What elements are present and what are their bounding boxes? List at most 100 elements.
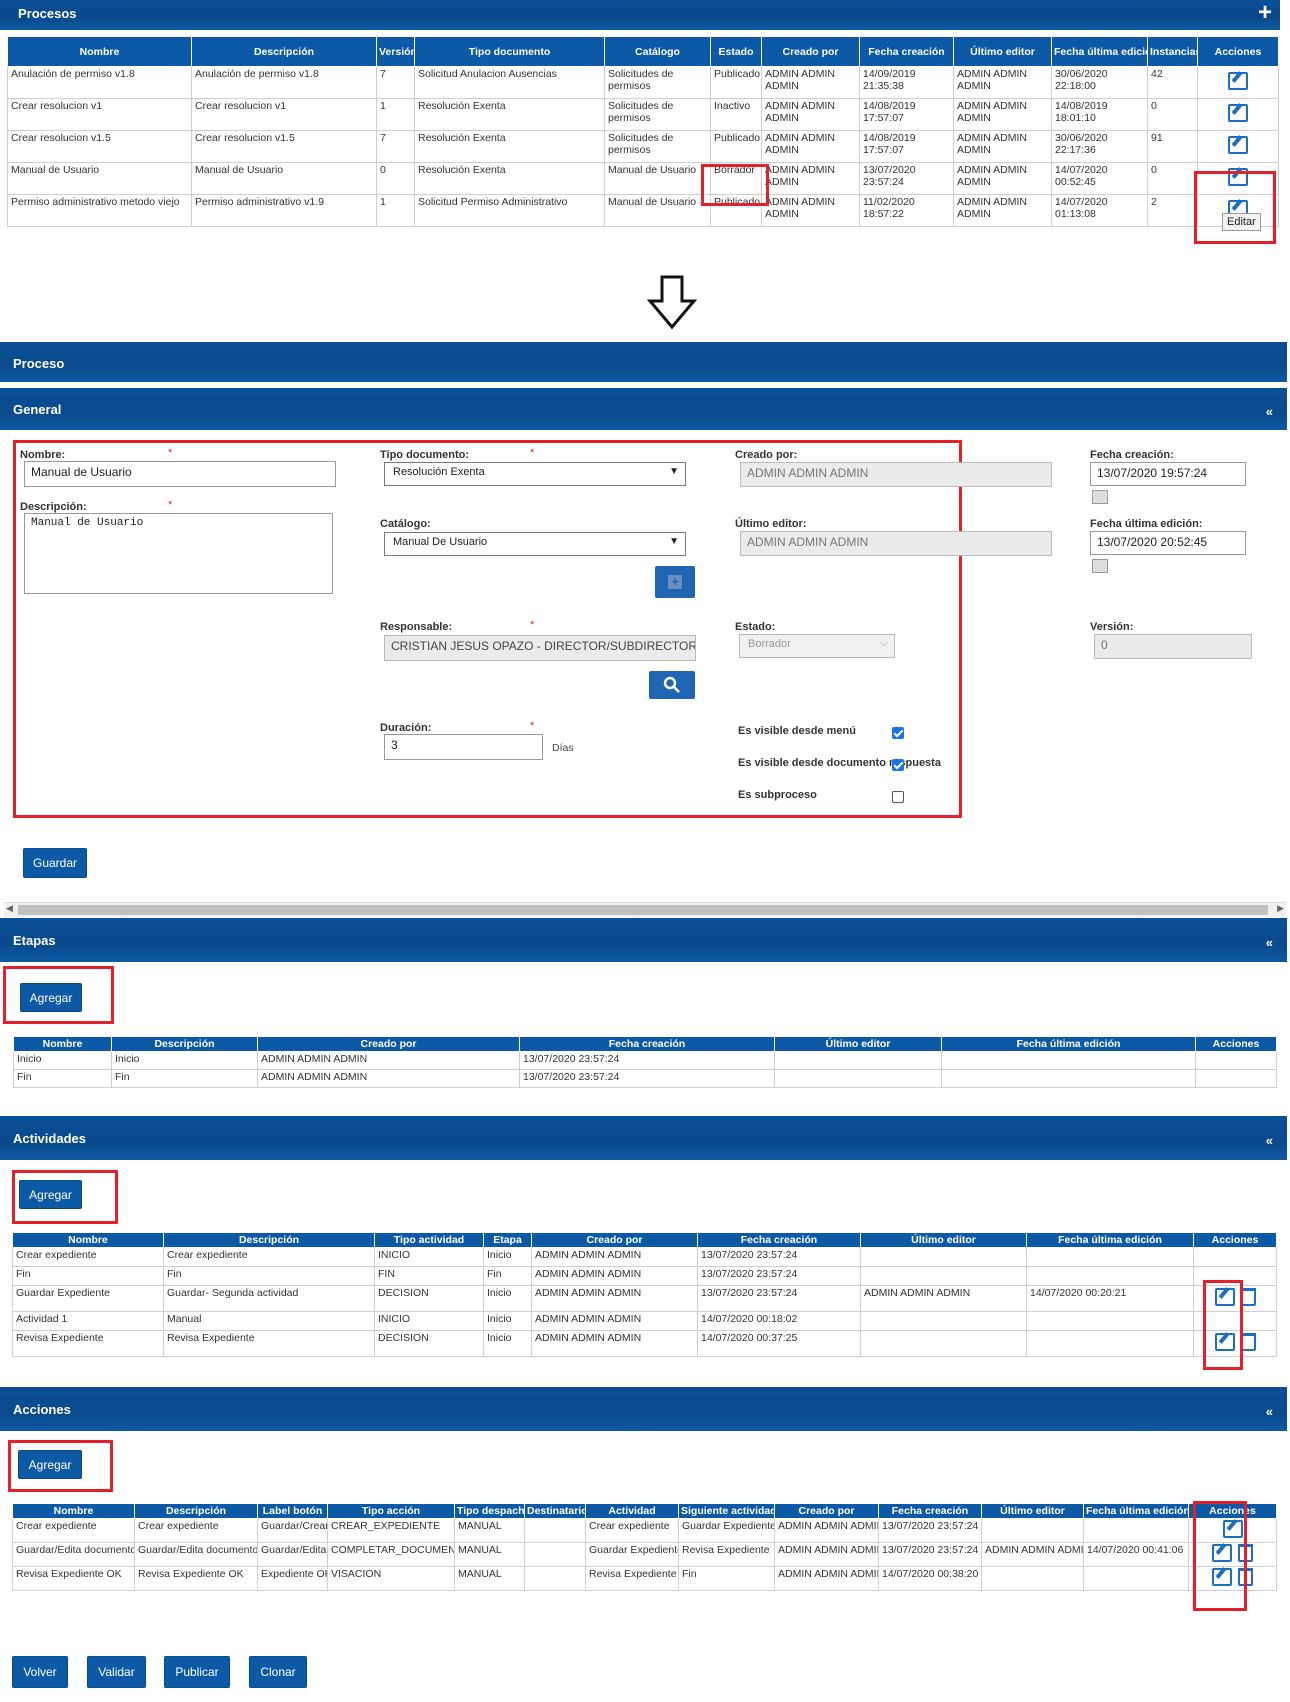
table-cell: Inicio — [111, 1051, 258, 1070]
responsable-label: Responsable: — [380, 621, 453, 633]
acciones-header[interactable]: Acciones « — [0, 1387, 1287, 1431]
table-cell: 13/07/2020 23:57:24 — [878, 1518, 982, 1543]
column-header: Último editor — [953, 36, 1052, 67]
table-cell: Solicitudes de permisos — [604, 98, 711, 131]
table-cell: ADMIN ADMIN ADMIN — [531, 1311, 698, 1331]
clonar-button[interactable]: Clonar — [249, 1656, 307, 1688]
acciones-table: Nombre Descripción Label botón Tipo acción T… — [12, 1503, 1277, 1591]
table-cell: Guardar/Edita documento — [12, 1542, 135, 1567]
plus-icon[interactable]: + — [1258, 1, 1272, 25]
actions-cell — [1197, 98, 1279, 131]
table-row: Crear expediente Crear expediente Guardar/… — [12, 1518, 1277, 1543]
calendar-icon[interactable] — [1092, 490, 1108, 504]
table-cell: Revisa Expediente — [163, 1330, 375, 1357]
publicar-button[interactable]: Publicar — [164, 1656, 230, 1688]
column-header: Tipo actividad — [374, 1232, 484, 1248]
column-header: Siguiente actividad — [678, 1503, 775, 1519]
table-cell: Publicado — [710, 66, 762, 99]
table-cell: 42 — [1147, 66, 1198, 99]
table-cell: ADMIN ADMIN ADMIN — [531, 1285, 698, 1312]
table-row: Crear resolucion v1.5 Crear resolucion v1… — [7, 130, 1279, 163]
general-header[interactable]: General « — [0, 388, 1287, 430]
table-cell — [524, 1542, 586, 1567]
edit-icon[interactable] — [1228, 72, 1248, 90]
guardar-button[interactable]: Guardar — [23, 848, 87, 878]
table-cell: COMPLETAR_DOCUMENTO — [327, 1542, 455, 1567]
column-header: Catálogo — [604, 36, 711, 67]
etapas-header[interactable]: Etapas « — [0, 918, 1287, 962]
column-header: Creado por — [531, 1232, 698, 1248]
chevron-down-icon: ⌵ — [880, 638, 888, 649]
catalogo-select[interactable]: Manual De Usuario ▼ — [384, 532, 686, 556]
scrollbar-thumb[interactable] — [18, 905, 1268, 915]
collapse-icon[interactable]: « — [1266, 404, 1273, 419]
catalogo-label: Catálogo: — [380, 518, 431, 530]
table-cell: 30/06/2020 22:18:00 — [1051, 66, 1148, 99]
table-cell: Crear expediente — [12, 1247, 164, 1267]
table-cell: DECISION — [374, 1330, 484, 1357]
table-cell: Solicitudes de permisos — [604, 66, 711, 99]
table-cell: Resolución Exenta — [414, 98, 605, 131]
duracion-input[interactable]: 3 — [384, 734, 543, 760]
table-cell: 14/07/2020 00:52:45 — [1051, 162, 1148, 195]
table-cell — [860, 1311, 1027, 1331]
creado-por-label: Creado por: — [735, 449, 798, 461]
table-cell: ADMIN ADMIN ADMIN — [761, 66, 860, 99]
add-catalogo-button[interactable]: + — [655, 566, 695, 598]
visible-documento-checkbox[interactable] — [892, 759, 904, 771]
column-header: Nombre — [12, 1232, 164, 1248]
validar-button[interactable]: Validar — [87, 1656, 146, 1688]
table-row: Revisa Expediente OK Revisa Expediente OK… — [12, 1566, 1277, 1591]
table-cell: INICIO — [374, 1247, 484, 1267]
scroll-right-icon[interactable]: ▶ — [1277, 903, 1284, 914]
collapse-icon[interactable]: « — [1266, 1404, 1273, 1419]
table-cell: MANUAL — [454, 1542, 525, 1567]
table-row: Crear resolucion v1 Crear resolucion v1 1 R… — [7, 98, 1279, 131]
table-cell: 13/07/2020 23:57:24 — [519, 1051, 775, 1070]
fecha-edicion-input[interactable]: 13/07/2020 20:52:45 — [1090, 531, 1246, 555]
table-cell: ADMIN ADMIN ADMIN — [531, 1266, 698, 1286]
etapas-agregar-button[interactable]: Agregar — [20, 983, 82, 1012]
column-header: Fecha última edición — [1083, 1503, 1189, 1519]
tipo-documento-value: Resolución Exenta — [393, 466, 485, 478]
plus-box-icon: + — [668, 575, 682, 589]
responsable-input[interactable]: CRISTIAN JESUS OPAZO - DIRECTOR/SUBDIREC… — [384, 635, 696, 661]
tipo-documento-select[interactable]: Resolución Exenta ▼ — [384, 462, 686, 486]
edit-icon[interactable] — [1228, 104, 1248, 122]
column-header: Descripción — [134, 1503, 258, 1519]
table-cell: ADMIN ADMIN ADMIN — [953, 162, 1052, 195]
search-responsable-button[interactable] — [649, 671, 695, 699]
table-cell: Solicitud Anulacion Ausencias — [414, 66, 605, 99]
table-cell: Permiso administrativo metodo viejo — [7, 194, 192, 227]
catalogo-value: Manual De Usuario — [393, 536, 488, 548]
table-cell: Anulación de permiso v1.8 — [191, 66, 377, 99]
table-cell: Crear resolucion v1 — [7, 98, 192, 131]
descripcion-textarea[interactable]: Manual de Usuario — [24, 513, 333, 594]
table-cell: ADMIN ADMIN ADMIN — [257, 1051, 520, 1070]
table-cell: Fin — [13, 1069, 112, 1088]
collapse-icon[interactable]: « — [1266, 935, 1273, 950]
calendar-icon[interactable] — [1092, 559, 1108, 573]
subproceso-checkbox[interactable] — [892, 791, 904, 803]
table-cell: 14/07/2020 00:37:25 — [697, 1330, 861, 1357]
collapse-icon[interactable]: « — [1266, 1133, 1273, 1148]
horizontal-scrollbar[interactable]: ◀ ▶ — [4, 902, 1286, 917]
column-header: Fecha última edición — [1051, 36, 1148, 67]
column-header: Label botón — [257, 1503, 328, 1519]
table-cell: ADMIN ADMIN ADMIN — [981, 1542, 1084, 1567]
visible-menu-checkbox[interactable] — [892, 727, 904, 739]
actividades-header[interactable]: Actividades « — [0, 1116, 1287, 1160]
nombre-input[interactable]: Manual de Usuario — [24, 461, 336, 487]
table-cell: Manual de Usuario — [191, 162, 377, 195]
table-row: Fin Fin ADMIN ADMIN ADMIN 13/07/2020 23:57:… — [13, 1069, 1277, 1088]
fecha-creacion-input[interactable]: 13/07/2020 19:57:24 — [1090, 462, 1246, 486]
table-cell — [524, 1566, 586, 1591]
edit-icon[interactable] — [1228, 136, 1248, 154]
scroll-left-icon[interactable]: ◀ — [6, 903, 13, 914]
acciones-agregar-button[interactable]: Agregar — [18, 1450, 82, 1479]
column-header: Fecha creación — [878, 1503, 982, 1519]
volver-button[interactable]: Volver — [12, 1656, 68, 1688]
table-cell: Revisa Expediente OK — [12, 1566, 135, 1591]
table-cell: 91 — [1147, 130, 1198, 163]
actividades-agregar-button[interactable]: Agregar — [19, 1180, 82, 1209]
